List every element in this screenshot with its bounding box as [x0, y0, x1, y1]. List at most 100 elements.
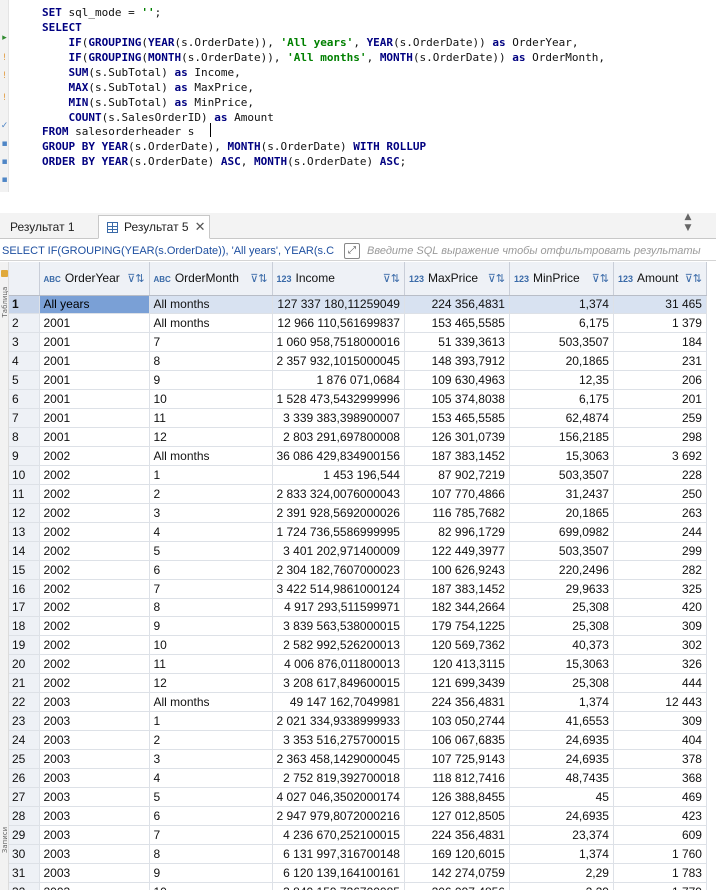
cell-amount[interactable]: 1 779 [613, 882, 707, 890]
cell-orderyear[interactable]: 2001 [39, 427, 150, 447]
table-row[interactable]: 29 2003 7 4 236 670,252100015 224 356,4831 23… [9, 825, 707, 845]
close-icon[interactable]: ✕ [195, 219, 206, 235]
table-row[interactable]: 28 2003 6 2 947 979,8072000216 127 012,8505 2… [9, 806, 707, 826]
cell-ordermonth[interactable]: 1 [149, 711, 273, 732]
table-row[interactable]: 17 2002 8 4 917 293,511599971 182 344,2664 25… [9, 598, 707, 618]
cell-amount[interactable]: 423 [613, 806, 707, 826]
cell-ordermonth[interactable]: 1 [149, 465, 273, 485]
cell-ordermonth[interactable]: 2 [149, 484, 273, 504]
cell-income[interactable]: 3 422 514,9861000124 [272, 579, 405, 599]
table-row[interactable]: 16 2002 7 3 422 514,9861000124 187 383,1452 2… [9, 579, 707, 599]
table-row[interactable]: 15 2002 6 2 304 182,7607000023 100 626,9243 2… [9, 560, 707, 580]
cell-maxprice[interactable]: 100 626,9243 [404, 560, 510, 580]
cell-ordermonth[interactable]: 2 [149, 730, 273, 750]
table-row[interactable]: 12 2002 3 2 391 928,5692000026 116 785,7682 2… [9, 503, 707, 523]
cell-income[interactable]: 12 966 110,561699837 [272, 313, 405, 334]
cell-maxprice[interactable]: 126 388,8455 [404, 787, 510, 807]
table-row[interactable]: 6 2001 10 1 528 473,5432999996 105 374,8038 6… [9, 389, 707, 410]
cell-maxprice[interactable]: 105 374,8038 [404, 389, 510, 410]
cell-income[interactable]: 3 339 383,398900007 [272, 408, 405, 429]
cell-ordermonth[interactable]: 9 [149, 616, 273, 637]
table-row[interactable]: 22 2003 All months 49 147 162,7049981 224 35… [9, 692, 707, 713]
row-number[interactable]: 10 [9, 465, 40, 485]
cell-ordermonth[interactable]: 7 [149, 825, 273, 845]
cell-orderyear[interactable]: 2003 [39, 768, 150, 788]
cell-orderyear[interactable]: 2002 [39, 616, 150, 637]
cell-orderyear[interactable]: 2003 [39, 882, 150, 890]
row-number[interactable]: 16 [9, 579, 40, 599]
cell-maxprice[interactable]: 179 754,1225 [404, 616, 510, 637]
cell-orderyear[interactable]: 2002 [39, 541, 150, 561]
cell-minprice[interactable]: 15,3063 [509, 654, 614, 675]
cell-orderyear[interactable]: 2002 [39, 673, 150, 694]
table-row[interactable]: 7 2001 11 3 339 383,398900007 153 465,5585 62… [9, 408, 707, 429]
cell-amount[interactable]: 298 [613, 427, 707, 447]
cell-minprice[interactable]: 6,175 [509, 389, 614, 410]
cell-orderyear[interactable]: 2003 [39, 749, 150, 769]
cell-minprice[interactable]: 25,308 [509, 616, 614, 637]
row-number[interactable]: 8 [9, 427, 40, 447]
code-line[interactable]: IF(GROUPING(YEAR(s.OrderDate)), 'All yea… [42, 35, 579, 50]
cell-ordermonth[interactable]: 11 [149, 654, 273, 675]
cell-amount[interactable]: 420 [613, 598, 707, 618]
table-row[interactable]: 10 2002 1 1 453 196,544 87 902,7219 503,3507 2… [9, 465, 707, 485]
cell-minprice[interactable]: 15,3063 [509, 446, 614, 466]
cell-minprice[interactable]: 24,6935 [509, 806, 614, 826]
cell-orderyear[interactable]: 2001 [39, 313, 150, 334]
table-row[interactable]: 30 2003 8 6 131 997,316700148 169 120,6015 1,… [9, 844, 707, 864]
row-number[interactable]: 25 [9, 749, 40, 769]
cell-orderyear[interactable]: 2001 [39, 332, 150, 353]
cell-minprice[interactable]: 503,3507 [509, 465, 614, 485]
cell-maxprice[interactable]: 103 050,2744 [404, 711, 510, 732]
cell-ordermonth[interactable]: 8 [149, 351, 273, 372]
cell-orderyear[interactable]: 2002 [39, 654, 150, 675]
row-number[interactable]: 3 [9, 332, 40, 353]
cell-amount[interactable]: 325 [613, 579, 707, 599]
cell-maxprice[interactable]: 182 344,2664 [404, 598, 510, 618]
cell-ordermonth[interactable]: 12 [149, 427, 273, 447]
cell-maxprice[interactable]: 169 120,6015 [404, 844, 510, 864]
cell-amount[interactable]: 309 [613, 616, 707, 637]
cell-amount[interactable]: 368 [613, 768, 707, 788]
cell-orderyear[interactable]: 2001 [39, 370, 150, 391]
cell-amount[interactable]: 299 [613, 541, 707, 561]
row-number[interactable]: 21 [9, 673, 40, 694]
row-number[interactable]: 19 [9, 635, 40, 656]
row-number[interactable]: 11 [9, 484, 40, 504]
code-line[interactable]: IF(GROUPING(MONTH(s.OrderDate)), 'All mo… [42, 50, 606, 65]
cell-maxprice[interactable]: 153 465,5585 [404, 313, 510, 334]
cell-maxprice[interactable]: 224 356,4831 [404, 692, 510, 713]
cell-income[interactable]: 127 337 180,11259049 [272, 295, 405, 315]
cell-ordermonth[interactable]: 7 [149, 579, 273, 599]
table-row[interactable]: 3 2001 7 1 060 958,7518000016 51 339,3613 503… [9, 332, 707, 353]
cell-minprice[interactable]: 1,374 [509, 692, 614, 713]
cell-maxprice[interactable]: 51 339,3613 [404, 332, 510, 353]
cell-minprice[interactable]: 1,374 [509, 844, 614, 864]
cell-ordermonth[interactable]: 10 [149, 389, 273, 410]
cell-ordermonth[interactable]: 8 [149, 598, 273, 618]
code-line[interactable]: ORDER BY YEAR(s.OrderDate) ASC, MONTH(s.… [42, 154, 406, 169]
cell-minprice[interactable]: 20,1865 [509, 351, 614, 372]
row-number[interactable]: 2 [9, 313, 40, 334]
cell-orderyear[interactable]: 2002 [39, 503, 150, 523]
cell-ordermonth[interactable]: 6 [149, 560, 273, 580]
table-row[interactable]: 25 2003 3 2 363 458,1429000045 107 725,9143 2… [9, 749, 707, 769]
cell-amount[interactable]: 282 [613, 560, 707, 580]
cell-orderyear[interactable]: 2002 [39, 484, 150, 504]
cell-income[interactable]: 3 840 159,736700085 [272, 882, 405, 890]
cell-orderyear[interactable]: 2001 [39, 351, 150, 372]
cell-maxprice[interactable]: 153 465,5585 [404, 408, 510, 429]
code-line[interactable]: MAX(s.SubTotal) as MaxPrice, [42, 80, 254, 95]
cell-maxprice[interactable]: 126 301,0739 [404, 427, 510, 447]
row-number[interactable]: 23 [9, 711, 40, 732]
cell-orderyear[interactable]: 2003 [39, 692, 150, 713]
cell-amount[interactable]: 1 783 [613, 863, 707, 883]
cell-ordermonth[interactable]: 6 [149, 806, 273, 826]
cell-income[interactable]: 4 236 670,252100015 [272, 825, 405, 845]
cell-maxprice[interactable]: 87 902,7219 [404, 465, 510, 485]
table-row[interactable]: 4 2001 8 2 357 932,1015000045 148 393,7912 20… [9, 351, 707, 372]
code-line[interactable]: GROUP BY YEAR(s.OrderDate), MONTH(s.Orde… [42, 139, 426, 154]
cell-maxprice[interactable]: 122 449,3977 [404, 541, 510, 561]
table-row[interactable]: 18 2002 9 3 839 563,538000015 179 754,1225 25… [9, 616, 707, 637]
cell-amount[interactable]: 302 [613, 635, 707, 656]
